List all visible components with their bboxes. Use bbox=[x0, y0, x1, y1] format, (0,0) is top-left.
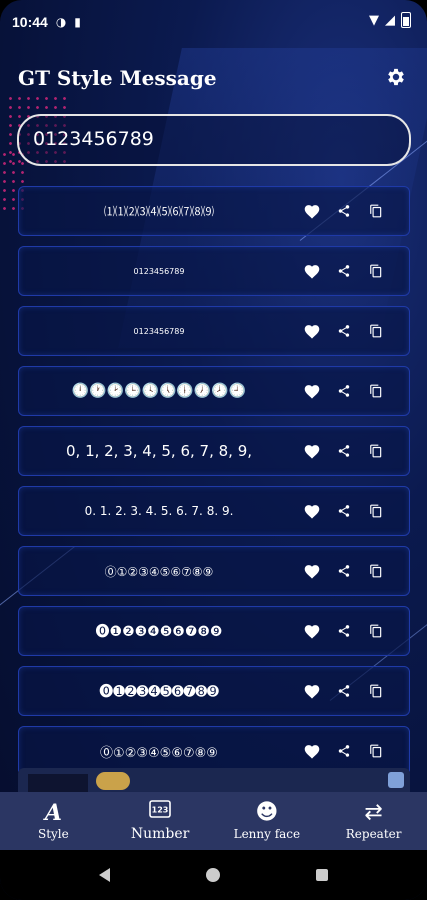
share-icon[interactable] bbox=[335, 682, 353, 700]
styled-text: 0123456789 bbox=[133, 326, 185, 336]
tab-number[interactable]: 123 Number bbox=[107, 792, 214, 850]
notification-icon: ◑ bbox=[55, 15, 67, 29]
tab-label: Number bbox=[130, 826, 190, 842]
heart-icon[interactable] bbox=[303, 682, 321, 700]
row-actions bbox=[303, 607, 385, 655]
gear-icon[interactable] bbox=[385, 66, 407, 92]
tab-style[interactable]: A Style bbox=[0, 792, 107, 850]
list-item[interactable]: ⑴⑴⑵⑶⑷⑸⑹⑺⑻⑼ bbox=[18, 186, 410, 236]
copy-icon[interactable] bbox=[367, 562, 385, 580]
heart-icon[interactable] bbox=[303, 502, 321, 520]
copy-icon[interactable] bbox=[367, 502, 385, 520]
styled-text: 0123456789 bbox=[133, 266, 185, 276]
svg-text:123: 123 bbox=[152, 806, 169, 815]
list-item[interactable]: ⓿❶❷❸❹❺❻❼❽❾ bbox=[18, 606, 410, 656]
list-item[interactable]: 0. 1. 2. 3. 4. 5. 6. 7. 8. 9. bbox=[18, 486, 410, 536]
row-actions bbox=[303, 487, 385, 535]
ad-info-icon bbox=[388, 772, 404, 788]
styled-results-list: ⑴⑴⑵⑶⑷⑸⑹⑺⑻⑼ 0123456789 0123456789 🕛🕐🕑🕒🕓🕔🕕🕖🕗🕘… bbox=[18, 186, 410, 786]
share-icon[interactable] bbox=[335, 742, 353, 760]
row-actions bbox=[303, 307, 385, 355]
copy-icon[interactable] bbox=[367, 622, 385, 640]
list-item[interactable]: 0123456789 bbox=[18, 306, 410, 356]
heart-icon[interactable] bbox=[303, 382, 321, 400]
status-bar: 10:44 ◑ ▮ ▼ ◢ bbox=[0, 0, 427, 44]
share-icon[interactable] bbox=[335, 502, 353, 520]
ad-banner[interactable] bbox=[18, 768, 410, 792]
tab-label: Repeater bbox=[345, 827, 402, 841]
styled-text: 🕛🕐🕑🕒🕓🕔🕕🕖🕗🕘 bbox=[71, 383, 247, 399]
styled-text: ⓿❶❷❸❹❺❻❼❽❾ bbox=[95, 624, 223, 640]
styled-text: ⑴⑴⑵⑶⑷⑸⑹⑺⑻⑼ bbox=[104, 205, 214, 218]
copy-icon[interactable] bbox=[367, 322, 385, 340]
text-input-container bbox=[17, 114, 411, 166]
repeat-icon: ⇄ bbox=[364, 800, 383, 825]
heart-icon[interactable] bbox=[303, 262, 321, 280]
bottom-navigation: A Style 123 Number ☻ Lenny face ⇄ Repeat… bbox=[0, 792, 427, 850]
heart-icon[interactable] bbox=[303, 742, 321, 760]
home-button[interactable] bbox=[206, 868, 220, 882]
row-actions bbox=[303, 667, 385, 715]
share-icon[interactable] bbox=[335, 322, 353, 340]
copy-icon[interactable] bbox=[367, 442, 385, 460]
row-actions bbox=[303, 427, 385, 475]
page-title: GT Style Message bbox=[18, 66, 217, 90]
heart-icon[interactable] bbox=[303, 322, 321, 340]
heart-icon[interactable] bbox=[303, 202, 321, 220]
share-icon[interactable] bbox=[335, 562, 353, 580]
copy-icon[interactable] bbox=[367, 382, 385, 400]
tab-label: Style bbox=[37, 827, 69, 841]
heart-icon[interactable] bbox=[303, 562, 321, 580]
app-screen: 10:44 ◑ ▮ ▼ ◢ GT Style Message ⑴⑴⑵⑶⑷⑸⑹⑺⑻… bbox=[0, 0, 427, 900]
share-icon[interactable] bbox=[335, 262, 353, 280]
heart-icon[interactable] bbox=[303, 622, 321, 640]
heart-icon[interactable] bbox=[303, 442, 321, 460]
copy-icon[interactable] bbox=[367, 742, 385, 760]
list-item[interactable]: 0123456789 bbox=[18, 246, 410, 296]
wifi-icon: ▼ bbox=[369, 12, 379, 28]
styled-text: ⓪①②③④⑤⑥⑦⑧⑨ bbox=[104, 564, 214, 579]
number-icon: 123 bbox=[149, 800, 171, 824]
styled-text: ⓿➊➋➌➍➎➏➐➑➒ bbox=[99, 684, 219, 700]
share-icon[interactable] bbox=[335, 382, 353, 400]
styled-text: 0. 1. 2. 3. 4. 5. 6. 7. 8. 9. bbox=[84, 504, 234, 518]
status-time: 10:44 bbox=[12, 14, 48, 30]
tab-label: Lenny face bbox=[233, 827, 301, 841]
signal-icon: ◢ bbox=[385, 12, 395, 28]
tab-lenny-face[interactable]: ☻ Lenny face bbox=[214, 792, 321, 850]
list-item[interactable]: 🕛🕐🕑🕒🕓🕔🕕🕖🕗🕘 bbox=[18, 366, 410, 416]
lenny-face-icon: ☻ bbox=[255, 800, 279, 825]
system-navigation-bar bbox=[0, 850, 427, 900]
style-icon: A bbox=[44, 800, 62, 826]
list-item[interactable]: ⓿➊➋➌➍➎➏➐➑➒ bbox=[18, 666, 410, 716]
copy-icon[interactable] bbox=[367, 202, 385, 220]
list-item[interactable]: 0, 1, 2, 3, 4, 5, 6, 7, 8, 9, bbox=[18, 426, 410, 476]
back-button[interactable] bbox=[99, 868, 110, 882]
styled-text: 0, 1, 2, 3, 4, 5, 6, 7, 8, 9, bbox=[65, 442, 253, 460]
copy-icon[interactable] bbox=[367, 262, 385, 280]
list-item[interactable]: ⓪①②③④⑤⑥⑦⑧⑨ bbox=[18, 546, 410, 596]
row-actions bbox=[303, 247, 385, 295]
text-input[interactable] bbox=[31, 116, 375, 162]
ad-image bbox=[28, 774, 88, 792]
sim-icon: ▮ bbox=[74, 15, 81, 29]
share-icon[interactable] bbox=[335, 442, 353, 460]
recents-button[interactable] bbox=[316, 869, 328, 881]
ad-badge bbox=[96, 772, 130, 790]
tab-repeater[interactable]: ⇄ Repeater bbox=[320, 792, 427, 850]
copy-icon[interactable] bbox=[367, 682, 385, 700]
row-actions bbox=[303, 547, 385, 595]
battery-icon bbox=[401, 12, 411, 28]
share-icon[interactable] bbox=[335, 622, 353, 640]
row-actions bbox=[303, 367, 385, 415]
row-actions bbox=[303, 187, 385, 235]
share-icon[interactable] bbox=[335, 202, 353, 220]
